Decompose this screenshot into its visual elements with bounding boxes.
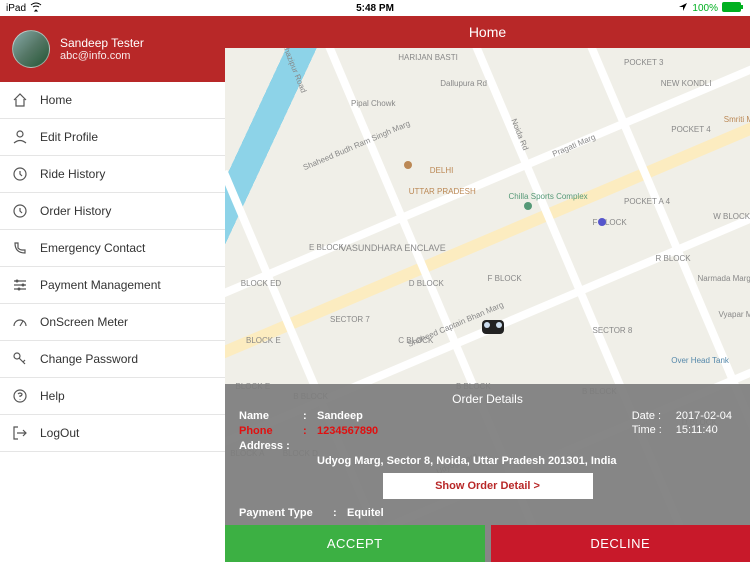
- clock-icon: [12, 203, 28, 219]
- sidebar-item-order-history[interactable]: Order History: [0, 193, 225, 230]
- map-label: SECTOR 7: [330, 315, 370, 324]
- sidebar: Sandeep Tester abc@info.com Home Edit Pr…: [0, 16, 225, 562]
- map-label: NEW KONDLI: [661, 79, 712, 88]
- map-label: C BLOCK: [398, 336, 433, 345]
- map[interactable]: HARIJAN BASTI Pipal Chowk Dallupura Rd S…: [225, 48, 750, 562]
- time-value: 15:11:40: [676, 424, 718, 436]
- map-label: UTTAR PRADESH: [409, 187, 476, 196]
- home-icon: [12, 92, 28, 108]
- sidebar-item-label: Home: [40, 93, 72, 107]
- address-value: Udyog Marg, Sector 8, Noida, Uttar Prade…: [317, 455, 736, 467]
- map-label: F BLOCK: [488, 274, 522, 283]
- logout-icon: [12, 425, 28, 441]
- time-label: Time :: [632, 424, 676, 436]
- gauge-icon: [12, 314, 28, 330]
- help-icon: [12, 388, 28, 404]
- status-bar: iPad 5:48 PM 100%: [0, 0, 750, 16]
- car-marker-icon: [482, 320, 504, 334]
- key-icon: [12, 351, 28, 367]
- sidebar-item-change-password[interactable]: Change Password: [0, 341, 225, 378]
- map-label: R BLOCK: [656, 254, 691, 263]
- map-label: Chilla Sports Complex: [509, 192, 588, 201]
- sidebar-item-onscreen-meter[interactable]: OnScreen Meter: [0, 304, 225, 341]
- wifi-icon: [30, 2, 42, 15]
- map-label: W BLOCK: [713, 212, 750, 221]
- sidebar-item-home[interactable]: Home: [0, 82, 225, 119]
- payment-type-label: Payment Type: [239, 507, 333, 519]
- sidebar-item-label: Emergency Contact: [40, 241, 145, 255]
- map-label: DELHI: [430, 166, 454, 175]
- map-label: Pipal Chowk: [351, 99, 395, 108]
- sidebar-item-label: OnScreen Meter: [40, 315, 128, 329]
- map-label: SECTOR 8: [593, 326, 633, 335]
- map-label: Dallupura Rd: [440, 79, 487, 88]
- date-label: Date :: [632, 410, 676, 422]
- map-label: D BLOCK: [409, 279, 444, 288]
- date-value: 2017-02-04: [676, 410, 732, 422]
- map-label: VASUNDHARA ENCLAVE: [341, 243, 446, 253]
- map-label: HARIJAN BASTI: [398, 53, 458, 62]
- sidebar-item-emergency[interactable]: Emergency Contact: [0, 230, 225, 267]
- map-label: BLOCK E: [246, 336, 281, 345]
- order-panel: Order Details Date : 2017-02-04 Time : 1…: [225, 384, 750, 562]
- content-header: Home: [225, 16, 750, 48]
- map-label: Over Head Tank: [671, 356, 729, 365]
- page-title: Home: [469, 24, 506, 40]
- map-label: BLOCK ED: [241, 279, 281, 288]
- payment-type-value: Equitel: [347, 507, 736, 519]
- sidebar-header: Sandeep Tester abc@info.com: [0, 16, 225, 82]
- show-order-detail-button[interactable]: Show Order Detail >: [383, 473, 593, 499]
- map-label: Smriti Ma: [724, 115, 750, 124]
- avatar[interactable]: [12, 30, 50, 68]
- battery-icon: [722, 2, 744, 15]
- sidebar-item-label: Help: [40, 389, 65, 403]
- sidebar-item-payment[interactable]: Payment Management: [0, 267, 225, 304]
- sidebar-item-ride-history[interactable]: Ride History: [0, 156, 225, 193]
- menu: Home Edit Profile Ride History Order His…: [0, 82, 225, 562]
- battery-percent: 100%: [692, 3, 718, 14]
- sidebar-item-label: Ride History: [40, 167, 105, 181]
- sidebar-item-label: LogOut: [40, 426, 79, 440]
- accept-button[interactable]: ACCEPT: [225, 525, 485, 562]
- sliders-icon: [12, 277, 28, 293]
- user-email: abc@info.com: [60, 50, 144, 62]
- sidebar-item-label: Payment Management: [40, 278, 161, 292]
- map-label: POCKET 4: [671, 125, 710, 134]
- user-icon: [12, 129, 28, 145]
- phone-label: Phone: [239, 425, 303, 437]
- map-label: Narmada Marg: [698, 274, 750, 283]
- sidebar-item-help[interactable]: Help: [0, 378, 225, 415]
- name-label: Name: [239, 410, 303, 422]
- location-icon: [678, 2, 688, 15]
- clock-icon: [12, 166, 28, 182]
- map-label: Vyapar Marg: [719, 310, 750, 319]
- user-name: Sandeep Tester: [60, 36, 144, 50]
- map-poi: [598, 218, 606, 226]
- map-poi: [404, 161, 412, 169]
- map-label: POCKET 3: [624, 58, 663, 67]
- sidebar-item-label: Order History: [40, 204, 111, 218]
- sidebar-item-label: Change Password: [40, 352, 138, 366]
- status-time: 5:48 PM: [356, 3, 394, 14]
- sidebar-item-edit-profile[interactable]: Edit Profile: [0, 119, 225, 156]
- sidebar-item-logout[interactable]: LogOut: [0, 415, 225, 452]
- map-label: POCKET A 4: [624, 197, 670, 206]
- device-label: iPad: [6, 3, 26, 14]
- address-label: Address :: [239, 440, 303, 452]
- sidebar-item-label: Edit Profile: [40, 130, 98, 144]
- content: Home HARIJAN BASTI Pipal Chowk Dallupura…: [225, 16, 750, 562]
- decline-button[interactable]: DECLINE: [491, 525, 750, 562]
- order-title: Order Details: [239, 392, 736, 406]
- phone-icon: [12, 240, 28, 256]
- map-label: E BLOCK: [309, 243, 344, 252]
